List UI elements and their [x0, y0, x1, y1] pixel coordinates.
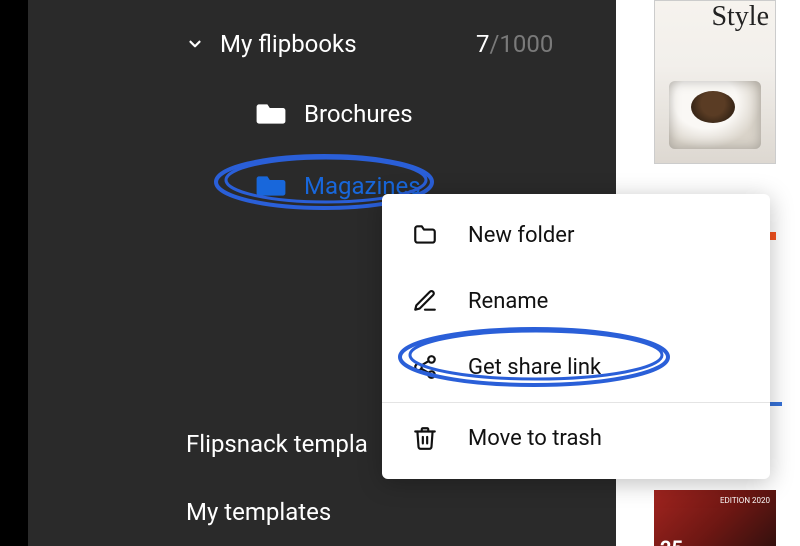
thumbnail-issue-number: 25 [660, 536, 683, 546]
context-menu-move-to-trash[interactable]: Move to trash [382, 405, 770, 471]
context-menu-rename[interactable]: Rename [382, 268, 770, 334]
context-menu-separator [382, 402, 770, 403]
sidebar-section-myflipbooks[interactable]: My flipbooks [186, 30, 357, 58]
sidebar-item-flipsnack-templates[interactable]: Flipsnack templa [186, 430, 368, 458]
sidebar-item-my-templates[interactable]: My templates [186, 498, 331, 526]
folder-icon [256, 102, 286, 126]
sidebar-section-label: My flipbooks [220, 30, 357, 58]
thumbnail-title: Style [711, 1, 769, 33]
flipbook-count-max: 1000 [499, 30, 553, 58]
sidebar-item-label: Flipsnack templa [186, 430, 368, 458]
trash-icon [410, 423, 440, 453]
context-menu-get-share-link[interactable]: Get share link [382, 334, 770, 400]
flipbook-count: 7/1000 [476, 30, 553, 58]
context-menu-new-folder[interactable]: New folder [382, 202, 770, 268]
share-icon [410, 352, 440, 382]
new-folder-icon [410, 220, 440, 250]
app-leftbar [0, 0, 28, 546]
folder-icon [256, 174, 286, 198]
thumbnail-edition-label: EDITION 2020 [720, 496, 770, 506]
context-menu: New folder Rename Get share link Move to… [382, 194, 770, 479]
context-menu-item-label: New folder [468, 223, 574, 248]
rename-icon [410, 286, 440, 316]
context-menu-item-label: Move to trash [468, 426, 602, 451]
flipbook-count-sep: / [490, 30, 500, 58]
app-root: My flipbooks 7/1000 Brochures Magazines … [0, 0, 800, 546]
thumbnail-image-coffee [669, 81, 761, 149]
chevron-down-icon [186, 35, 204, 53]
sidebar-item-label: My templates [186, 498, 331, 526]
context-menu-item-label: Rename [468, 289, 548, 314]
context-menu-item-label: Get share link [468, 355, 601, 380]
sidebar-item-label: Brochures [304, 100, 413, 128]
thumbnail-style-magazine[interactable]: Style [654, 0, 776, 164]
flipbook-count-current: 7 [476, 30, 490, 58]
sidebar-item-brochures[interactable]: Brochures [256, 100, 413, 128]
thumbnail-red-magazine[interactable]: EDITION 2020 25 [654, 490, 776, 546]
